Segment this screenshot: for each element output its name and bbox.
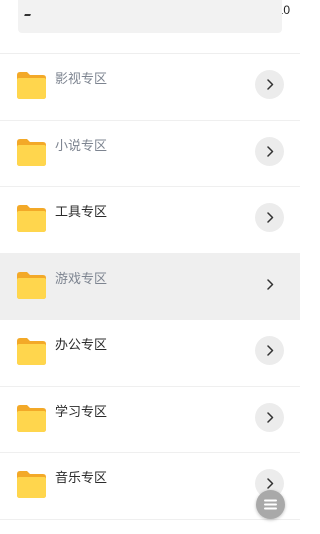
folder-icon <box>17 72 46 99</box>
chevron-right-icon <box>266 478 273 489</box>
open-category-button[interactable] <box>255 336 284 365</box>
search-bar[interactable] <box>18 0 282 33</box>
chevron-right-icon <box>266 79 273 90</box>
menu-icon <box>264 499 277 510</box>
chevron-right-icon <box>266 345 273 356</box>
open-category-button[interactable] <box>255 70 284 99</box>
open-category-button[interactable] <box>255 136 284 166</box>
chevron-right-icon <box>266 411 273 423</box>
menu-fab[interactable] <box>256 490 285 519</box>
open-category-button[interactable] <box>255 402 284 432</box>
search-partial-icon <box>24 6 34 16</box>
open-category-button[interactable] <box>255 203 284 232</box>
category-label: 小说专区 <box>55 138 108 154</box>
category-label: 游戏专区 <box>55 271 108 287</box>
category-label: 影视专区 <box>55 72 108 87</box>
category-label: 工具专区 <box>55 205 108 220</box>
chevron-right-icon <box>266 145 273 157</box>
folder-icon <box>17 138 46 166</box>
category-label: 音乐专区 <box>55 471 108 486</box>
category-row[interactable]: 办公专区 <box>0 320 300 387</box>
folder-icon <box>17 338 46 365</box>
folder-icon <box>17 471 46 498</box>
folder-icon <box>17 205 46 232</box>
category-list: 影视专区小说专区工具专区游戏专区办公专区学习专区音乐专区 <box>0 54 300 520</box>
category-label: 办公专区 <box>55 338 108 353</box>
category-row[interactable]: 游戏专区 <box>0 253 300 320</box>
chevron-right-icon <box>266 212 273 223</box>
category-row[interactable]: 小说专区 <box>0 121 300 187</box>
category-row[interactable]: 音乐专区 <box>0 453 300 520</box>
category-row[interactable]: 影视专区 <box>0 54 300 121</box>
category-row[interactable]: 工具专区 <box>0 187 300 254</box>
folder-icon <box>17 404 46 432</box>
folder-icon <box>17 271 46 299</box>
chevron-right-icon <box>266 278 273 290</box>
category-label: 学习专区 <box>55 404 108 420</box>
category-row[interactable]: 学习专区 <box>0 387 300 453</box>
open-category-button[interactable] <box>255 270 284 299</box>
